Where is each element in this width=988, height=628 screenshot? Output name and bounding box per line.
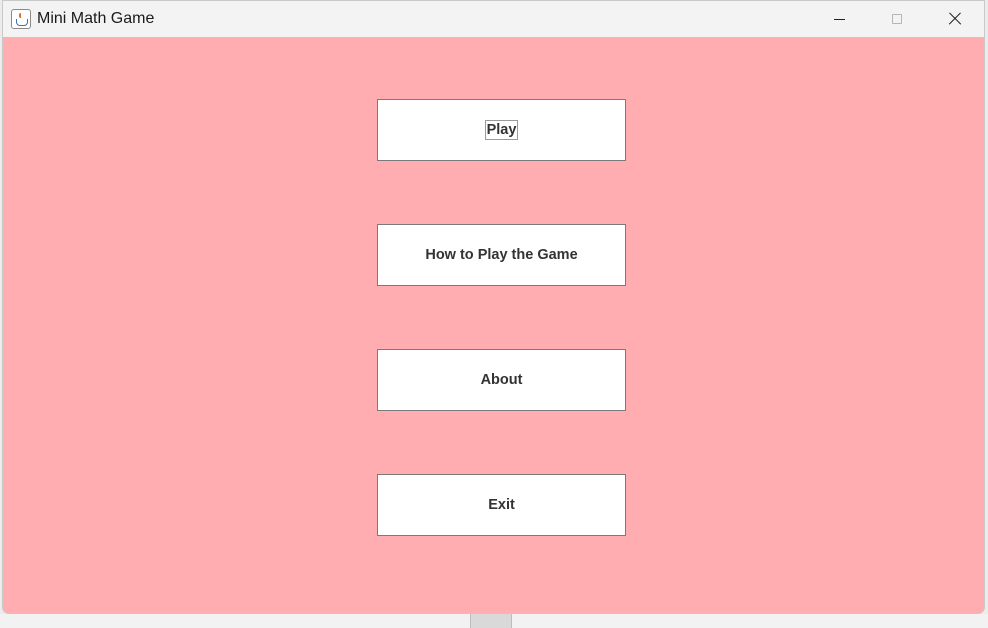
desktop-scroll-handle (470, 614, 512, 628)
how-to-play-button[interactable]: How to Play the Game (377, 224, 626, 286)
window-title: Mini Math Game (37, 10, 155, 27)
java-app-icon (11, 9, 31, 29)
about-button[interactable]: About (377, 349, 626, 411)
close-button[interactable] (926, 1, 984, 37)
play-button-label: Play (484, 120, 519, 140)
minimize-button[interactable] (810, 1, 868, 37)
how-to-play-button-label: How to Play the Game (425, 247, 578, 263)
window-controls (810, 1, 984, 37)
close-icon (948, 12, 962, 26)
maximize-button[interactable] (868, 1, 926, 37)
desktop-background: Mini Math Game Play How to Play the Game (0, 0, 988, 628)
title-bar[interactable]: Mini Math Game (3, 1, 984, 37)
maximize-icon (892, 14, 902, 24)
minimize-icon (833, 18, 845, 20)
main-menu-panel: Play How to Play the Game About Exit (3, 37, 984, 613)
exit-button[interactable]: Exit (377, 474, 626, 536)
app-window: Mini Math Game Play How to Play the Game (2, 0, 985, 614)
exit-button-label: Exit (488, 497, 515, 513)
about-button-label: About (480, 372, 523, 388)
play-button[interactable]: Play (377, 99, 626, 161)
